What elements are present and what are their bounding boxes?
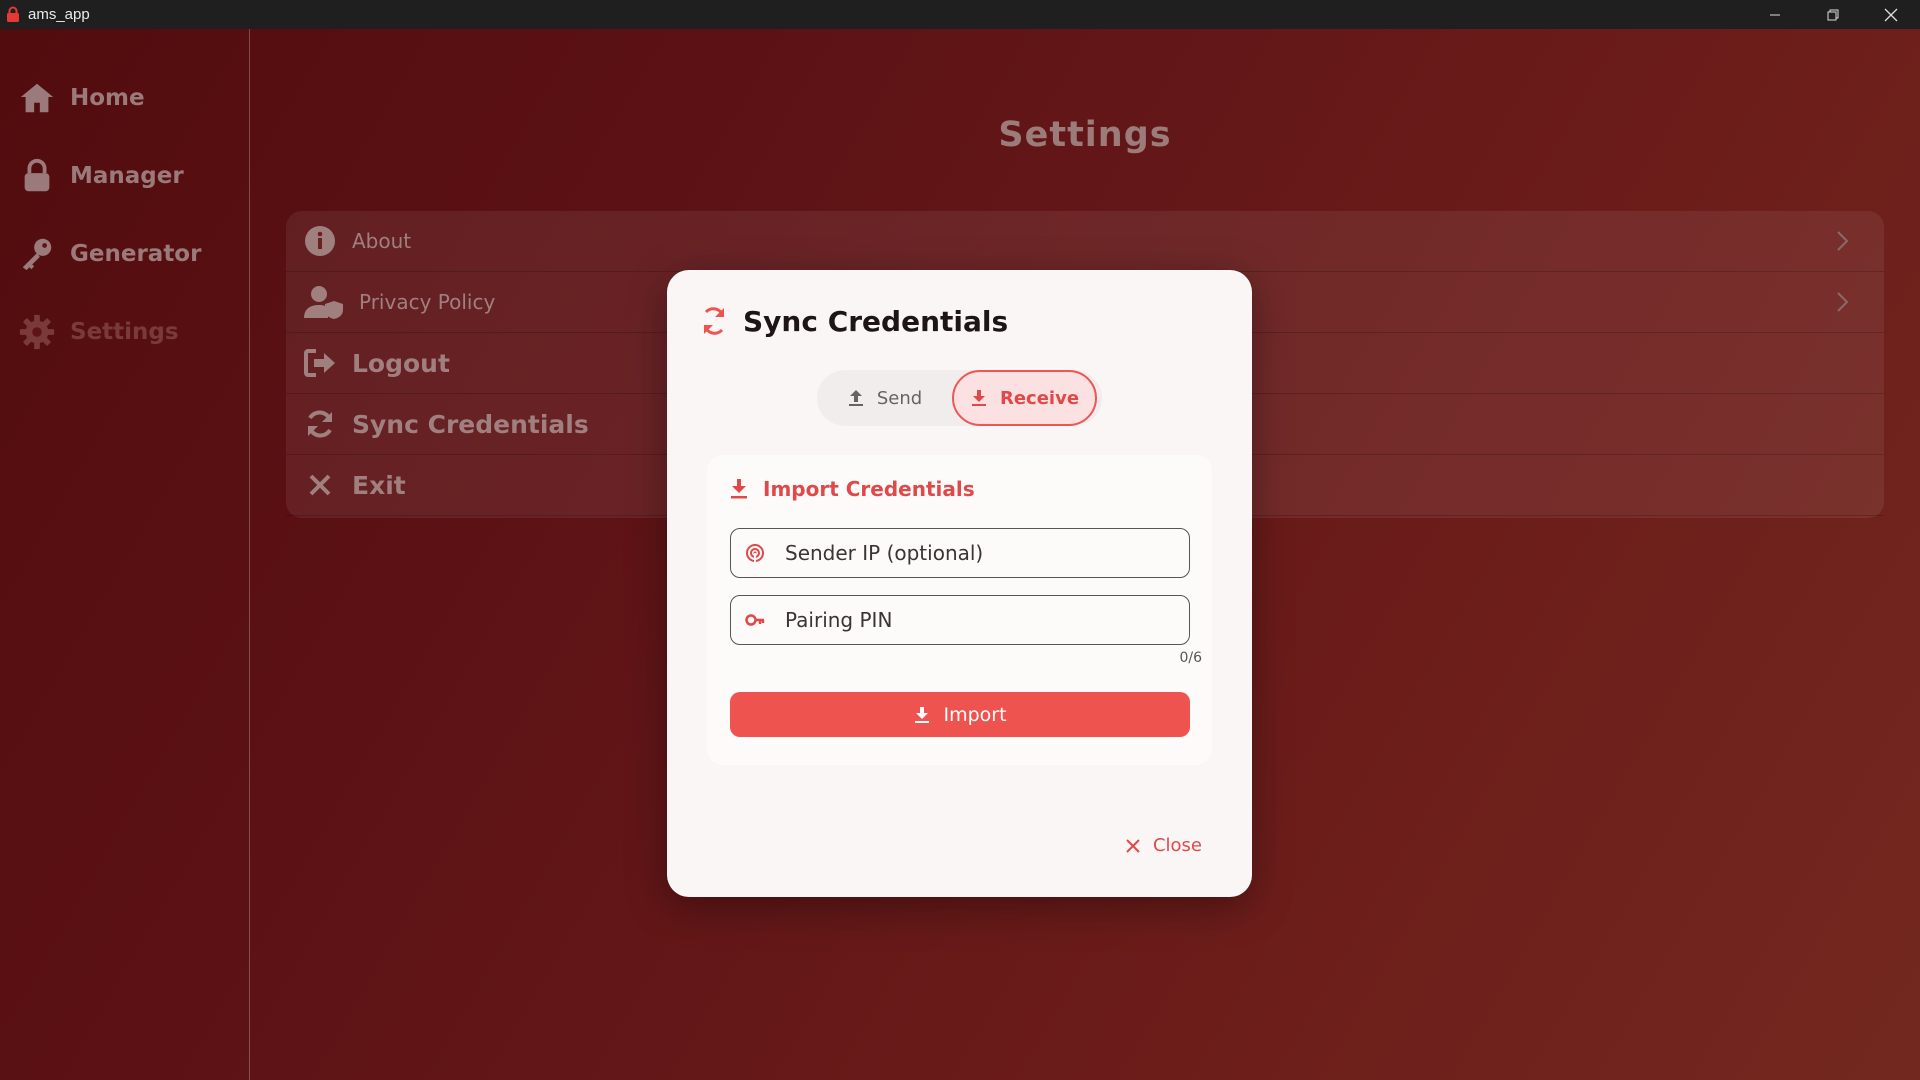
restore-button[interactable] <box>1804 0 1862 29</box>
key-icon <box>22 238 52 271</box>
key-icon <box>745 614 765 626</box>
close-window-button[interactable] <box>1862 0 1920 29</box>
lock-icon <box>24 158 50 192</box>
user-shield-icon <box>304 284 344 320</box>
tab-send-label: Send <box>876 387 923 409</box>
restore-icon <box>1827 9 1839 20</box>
settings-item-label: Exit <box>352 470 406 500</box>
section-title: Import Credentials <box>763 477 975 501</box>
app-area: Home Manager Generator Settings Settings… <box>0 29 1920 1080</box>
settings-item-label: Privacy Policy <box>359 290 496 314</box>
info-icon <box>302 223 338 259</box>
tab-receive[interactable]: Receive <box>952 370 1097 426</box>
dialog-title: Sync Credentials <box>743 304 1009 338</box>
minimize-icon <box>1770 14 1780 15</box>
window-title: ams_app <box>28 6 90 23</box>
logout-icon <box>302 345 338 381</box>
settings-item-label: About <box>352 229 412 253</box>
tab-send[interactable]: Send <box>817 370 952 426</box>
pairing-pin-placeholder: Pairing PIN <box>785 608 893 632</box>
sidebar-item-home[interactable]: Home <box>18 73 145 123</box>
close-icon <box>1126 838 1140 853</box>
chevron-right-icon <box>1837 292 1849 312</box>
sender-ip-field[interactable]: Sender IP (optional) <box>730 528 1190 578</box>
chevron-right-icon <box>1837 231 1849 251</box>
sync-icon <box>302 406 338 442</box>
tab-receive-label: Receive <box>999 387 1080 409</box>
sidebar-item-label: Generator <box>70 241 202 267</box>
download-icon <box>731 479 747 499</box>
sender-ip-placeholder: Sender IP (optional) <box>785 541 984 565</box>
download-icon <box>971 390 986 406</box>
sidebar-item-manager[interactable]: Manager <box>18 151 184 201</box>
home-icon <box>20 83 54 113</box>
close-window-icon <box>1884 8 1898 21</box>
close-button-label: Close <box>1152 835 1202 856</box>
sidebar-item-generator[interactable]: Generator <box>18 229 201 279</box>
settings-item-about[interactable]: About <box>286 211 1884 272</box>
download-icon <box>915 706 930 723</box>
sidebar-item-label: Home <box>70 85 145 111</box>
sidebar-item-label: Manager <box>70 163 184 189</box>
sidebar-item-settings[interactable]: Settings <box>18 307 179 357</box>
sync-credentials-dialog: Sync Credentials Send Receive Import Cre… <box>667 270 1252 897</box>
send-receive-toggle: Send Receive <box>817 370 1102 426</box>
settings-item-label: Sync Credentials <box>352 409 589 439</box>
close-button[interactable]: Close <box>1125 835 1202 856</box>
sync-icon <box>703 307 725 335</box>
signal-icon <box>746 544 764 562</box>
minimize-button[interactable] <box>1746 0 1804 29</box>
close-icon <box>302 467 338 503</box>
settings-item-label: Logout <box>352 348 450 378</box>
app-lock-icon <box>5 6 21 24</box>
import-button-label: Import <box>943 703 1007 726</box>
title-bar: ams_app <box>0 0 1920 29</box>
sidebar-item-label: Settings <box>70 319 179 345</box>
pairing-pin-field[interactable]: Pairing PIN <box>730 595 1190 645</box>
pin-character-counter: 0/6 <box>1179 650 1202 666</box>
page-title: Settings <box>998 115 1172 155</box>
gear-icon <box>19 314 55 350</box>
sidebar: Home Manager Generator Settings <box>0 29 250 1080</box>
upload-icon <box>848 390 863 406</box>
import-button[interactable]: Import <box>730 692 1190 737</box>
